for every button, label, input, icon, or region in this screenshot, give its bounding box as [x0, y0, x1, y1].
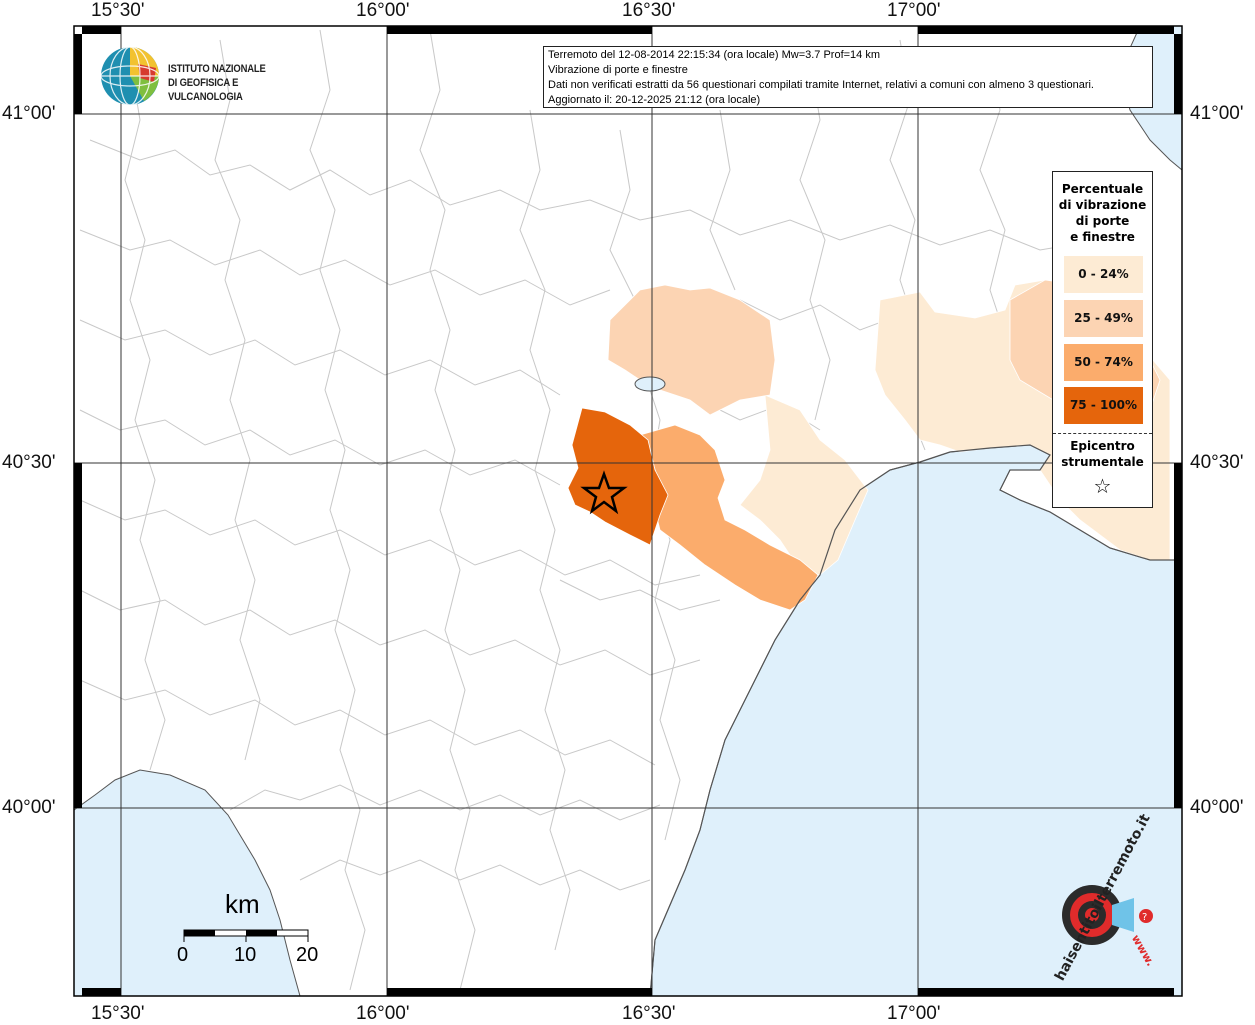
- scale-tick-0: 0: [177, 944, 189, 966]
- lat-label-left-3: 40°00': [2, 797, 56, 818]
- legend-item-75-100: 75 - 100%: [1064, 387, 1143, 424]
- lon-label-bottom-1: 15°30': [91, 1003, 145, 1024]
- hsit-logo: ? haisentitoilterremoto.it www.: [1030, 812, 1170, 990]
- globe-icon: [100, 46, 160, 106]
- legend: Percentuale di vibrazione di porte e fin…: [1052, 171, 1153, 508]
- lon-label-bottom-4: 17°00': [887, 1003, 941, 1024]
- lat-label-left-1: 41°00': [2, 103, 56, 124]
- hsit-logo-icon: ?: [1062, 885, 1153, 945]
- lon-label-top-3: 16°30': [622, 0, 676, 21]
- event-info-box: Terremoto del 12-08-2014 22:15:34 (ora l…: [543, 46, 1153, 108]
- legend-item-50-74: 50 - 74%: [1064, 344, 1143, 381]
- legend-epicenter-line: Epicentro: [1070, 439, 1135, 453]
- lat-label-right-1: 41°00': [1190, 103, 1244, 124]
- legend-star-icon: ☆: [1093, 474, 1112, 498]
- lon-label-bottom-3: 16°30': [622, 1003, 676, 1024]
- ingv-logo: ISTITUTO NAZIONALE DI GEOFISICA E VULCAN…: [100, 46, 330, 108]
- scale-tick-10: 10: [234, 944, 257, 966]
- legend-title-line: Percentuale: [1061, 182, 1144, 196]
- svg-text:?: ?: [1142, 912, 1147, 923]
- legend-title: Percentuale di vibrazione di porte e fin…: [1053, 181, 1152, 245]
- event-parameter: Vibrazione di porte e finestre: [548, 64, 688, 76]
- lake: [634, 376, 666, 392]
- legend-epicenter-line: strumentale: [1061, 455, 1144, 469]
- event-title: Terremoto del 12-08-2014 22:15:34 (ora l…: [548, 49, 881, 61]
- event-updated: Aggiornato il: 20-12-2025 21:12 (ora loc…: [548, 94, 761, 106]
- legend-separator: [1053, 433, 1152, 434]
- logo-line-1: ISTITUTO NAZIONALE: [168, 63, 266, 75]
- scale-unit: km: [225, 889, 260, 919]
- scale-tick-20: 20: [296, 944, 319, 966]
- lon-label-top-4: 17°00': [887, 0, 941, 21]
- legend-title-line: di vibrazione: [1058, 198, 1147, 212]
- legend-item-25-49: 25 - 49%: [1064, 300, 1143, 337]
- legend-item-0-24: 0 - 24%: [1064, 256, 1143, 293]
- lat-label-right-2: 40°30': [1190, 452, 1244, 473]
- legend-title-line: e finestre: [1070, 230, 1135, 244]
- event-data-note: Dati non verificati estratti da 56 quest…: [548, 79, 1094, 91]
- lat-label-right-3: 40°00': [1190, 797, 1244, 818]
- legend-epicenter-label: Epicentro strumentale: [1053, 438, 1152, 470]
- lon-label-top-1: 15°30': [91, 0, 145, 21]
- lon-label-top-2: 16°00': [356, 0, 410, 21]
- legend-title-line: di porte: [1075, 214, 1130, 228]
- lon-label-bottom-2: 16°00': [356, 1003, 410, 1024]
- logo-line-2: DI GEOFISICA E VULCANOLOGIA: [168, 77, 243, 103]
- lat-label-left-2: 40°30': [2, 452, 56, 473]
